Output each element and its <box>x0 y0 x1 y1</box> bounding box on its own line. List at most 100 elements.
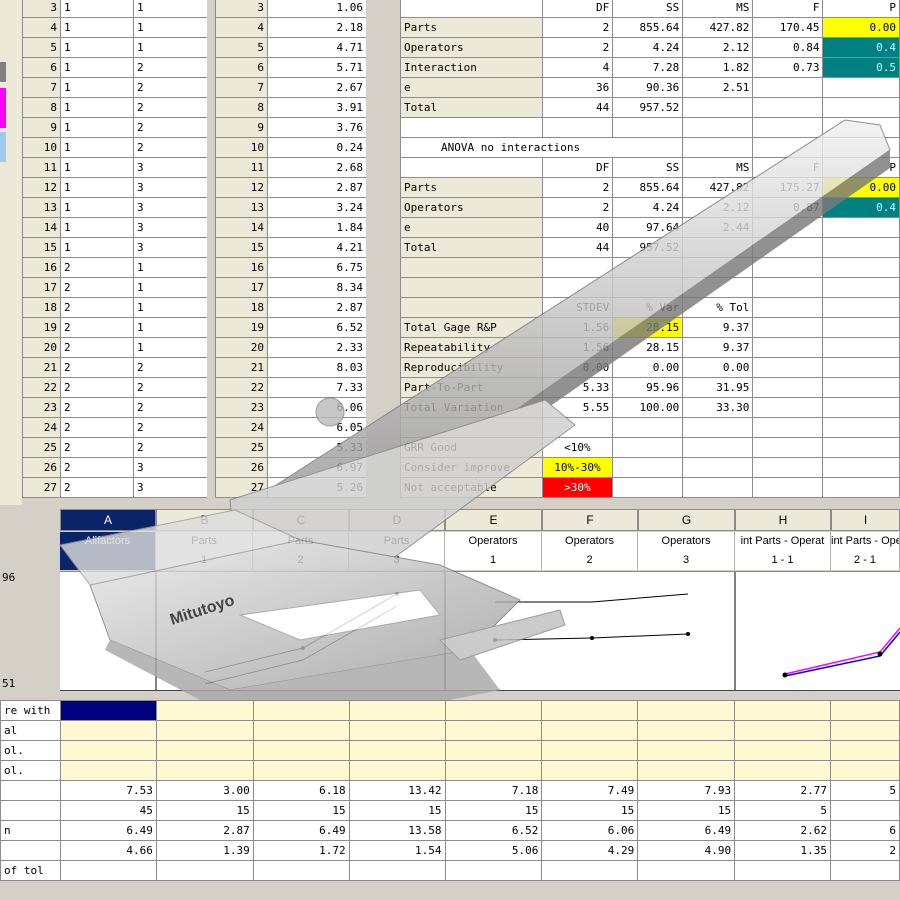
cell[interactable]: 2 <box>830 840 900 861</box>
cell[interactable] <box>822 237 900 258</box>
cell[interactable]: 2 <box>60 477 134 498</box>
cell[interactable] <box>444 740 543 761</box>
cell[interactable]: 1 <box>60 197 134 218</box>
cell[interactable] <box>444 700 543 721</box>
cell[interactable]: 2 <box>60 397 134 418</box>
cell[interactable]: 2 <box>133 117 208 138</box>
cell[interactable] <box>752 117 824 138</box>
cell[interactable]: 2.12 <box>682 197 754 218</box>
row-label[interactable] <box>400 297 543 318</box>
cell[interactable]: 6.49 <box>637 820 736 841</box>
cell[interactable]: 15 <box>252 800 350 821</box>
value-cell[interactable]: 5.33 <box>267 437 367 458</box>
value-cell[interactable]: 3.91 <box>267 97 367 118</box>
cell[interactable] <box>752 277 824 298</box>
cell[interactable]: 2.51 <box>682 77 754 98</box>
cell[interactable]: 3 <box>133 157 208 178</box>
cell[interactable]: F <box>752 0 824 18</box>
cell[interactable]: 1 <box>133 17 208 38</box>
cell[interactable] <box>752 357 824 378</box>
cell[interactable]: 2 <box>133 417 208 438</box>
cell[interactable]: 4.66 <box>59 840 157 861</box>
cell[interactable] <box>155 740 254 761</box>
cell[interactable] <box>612 117 684 138</box>
cell[interactable]: 5.55 <box>541 397 614 418</box>
cell[interactable]: 1.39 <box>155 840 254 861</box>
cell[interactable] <box>637 860 736 881</box>
cell[interactable] <box>59 700 157 721</box>
factor-header[interactable]: Parts 2 <box>253 532 349 570</box>
cell[interactable] <box>637 720 736 741</box>
cell[interactable]: 2 <box>60 297 134 318</box>
cell[interactable]: 4.24 <box>612 197 684 218</box>
cell[interactable] <box>541 700 639 721</box>
value-cell[interactable]: 1.84 <box>267 217 367 238</box>
cell[interactable]: 28.15 <box>612 317 684 338</box>
value-cell[interactable]: 2.87 <box>267 177 367 198</box>
cell[interactable] <box>752 237 824 258</box>
cell[interactable]: 1 <box>133 317 208 338</box>
cell[interactable] <box>348 720 446 741</box>
cell[interactable]: 2 <box>60 417 134 438</box>
cell[interactable] <box>734 760 831 781</box>
row-label[interactable]: Total <box>400 237 543 258</box>
cell[interactable] <box>752 417 824 438</box>
cell[interactable] <box>444 860 543 881</box>
factor-header[interactable]: Parts 1 <box>156 532 253 570</box>
cell[interactable] <box>752 97 824 118</box>
cell[interactable]: 2 <box>133 57 208 78</box>
cell[interactable]: 2 <box>133 77 208 98</box>
cell[interactable]: 2 <box>60 317 134 338</box>
cell[interactable] <box>637 760 736 781</box>
cell[interactable]: 6.18 <box>252 780 350 801</box>
cell[interactable]: 1 <box>60 117 134 138</box>
cell[interactable] <box>541 720 639 741</box>
cell[interactable]: F <box>752 157 824 178</box>
cell[interactable] <box>734 860 831 881</box>
cell[interactable]: 1.35 <box>734 840 831 861</box>
cell[interactable]: 6 <box>830 820 900 841</box>
cell[interactable] <box>752 257 824 278</box>
cell[interactable] <box>541 760 639 781</box>
factor-header[interactable]: Allfactors <box>60 532 156 570</box>
cell[interactable] <box>252 740 350 761</box>
value-cell[interactable]: 0.24 <box>267 137 367 158</box>
cell[interactable] <box>822 357 900 378</box>
value-cell[interactable]: 6.06 <box>267 397 367 418</box>
cell[interactable]: 100.00 <box>612 397 684 418</box>
cell[interactable]: 9.37 <box>682 317 754 338</box>
cell[interactable]: 1 <box>133 297 208 318</box>
cell[interactable] <box>734 720 831 741</box>
cell[interactable] <box>155 700 254 721</box>
cell[interactable]: DF <box>541 0 614 18</box>
cell[interactable]: 1.56 <box>541 337 614 358</box>
cell[interactable]: 97.64 <box>612 217 684 238</box>
value-cell[interactable]: 6.97 <box>267 457 367 478</box>
cell[interactable] <box>541 277 614 298</box>
cell[interactable] <box>752 297 824 318</box>
cell[interactable]: % Var <box>612 297 684 318</box>
cell[interactable]: STDEV <box>541 297 614 318</box>
row-label[interactable] <box>400 257 543 278</box>
cell[interactable]: 2 <box>60 377 134 398</box>
column-header-d[interactable]: D <box>349 509 445 531</box>
cell[interactable] <box>612 257 684 278</box>
factor-header[interactable]: Operators 3 <box>638 532 735 570</box>
cell[interactable]: 0.5 <box>822 57 900 78</box>
cell[interactable] <box>822 217 900 238</box>
cell[interactable]: 15 <box>541 800 639 821</box>
cell[interactable]: 15 <box>637 800 736 821</box>
cell[interactable]: 7.28 <box>612 57 684 78</box>
value-cell[interactable]: 4.71 <box>267 37 367 58</box>
value-cell[interactable]: 2.18 <box>267 17 367 38</box>
cell[interactable]: 1 <box>133 37 208 58</box>
cell[interactable] <box>612 277 684 298</box>
cell[interactable] <box>348 700 446 721</box>
cell[interactable]: 0.87 <box>752 197 824 218</box>
cell[interactable]: 4.29 <box>541 840 639 861</box>
cell[interactable]: 5.33 <box>541 377 614 398</box>
cell[interactable]: 427.82 <box>682 177 754 198</box>
row-label[interactable] <box>400 117 543 138</box>
cell[interactable] <box>822 317 900 338</box>
cell[interactable]: 0.4 <box>822 197 900 218</box>
